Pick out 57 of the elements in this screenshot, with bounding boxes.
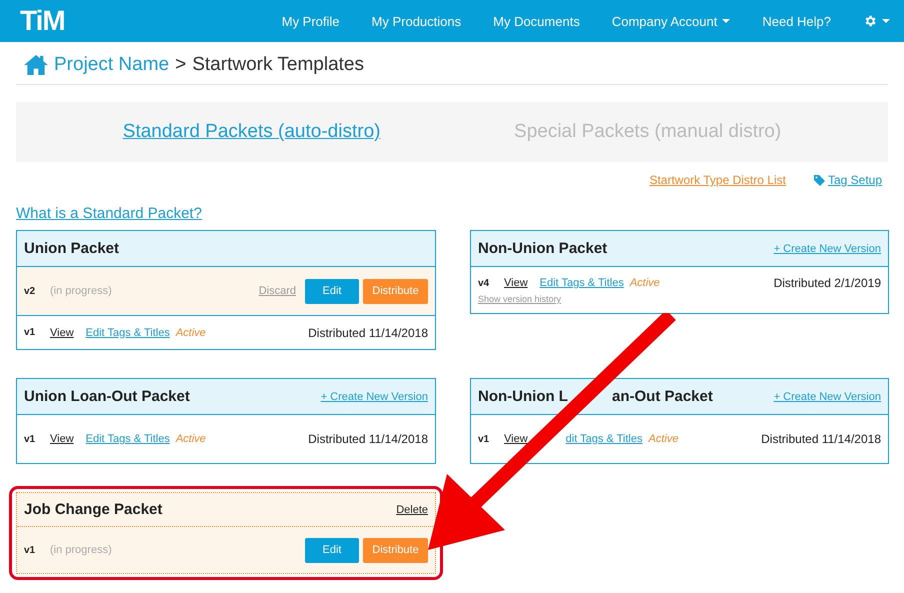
distribute-button[interactable]: Distribute [363,278,428,304]
edit-tags-link[interactable]: dit Tags & Titles [566,433,642,445]
distro-list-link[interactable]: Startwork Type Distro List [649,173,786,187]
card-action-link[interactable]: + Create New Version [320,390,428,402]
active-status: Active [176,326,206,338]
distributed-date: Distributed 11/14/2018 [761,432,881,446]
packet-title: an-Out Packet [612,388,713,405]
active-status: Active [630,277,660,289]
packet-title: Union Loan-Out Packet [24,388,190,405]
active-status: Active [176,433,206,445]
version-label: v1 [478,434,490,444]
edit-tags-link[interactable]: Edit Tags & Titles [540,277,624,289]
tab[interactable]: Standard Packets (auto-distro) [122,121,380,143]
view-link[interactable]: View [50,326,74,338]
version-label: v2 [24,286,36,296]
breadcrumb-link[interactable]: Project Name [54,54,170,76]
nav-link[interactable]: My Documents [477,14,596,28]
nav-link[interactable]: My Productions [356,14,478,28]
nav-link[interactable]: Need Help? [746,14,847,28]
version-status: (in progress) [50,285,112,297]
home-icon[interactable] [24,55,48,75]
tab[interactable]: Special Packets (manual distro) [514,121,782,143]
breadcrumb-separator: > [175,54,186,76]
version-label: v1 [24,327,36,338]
distributed-date: Distributed 11/14/2018 [308,432,428,446]
card-action-link[interactable]: Delete [396,504,428,516]
distributed-date: Distributed 2/1/2019 [774,276,881,290]
distributed-date: Distributed 11/14/2018 [308,326,428,340]
edit-tags-link[interactable]: Edit Tags & Titles [86,326,170,338]
card-action-link[interactable]: + Create New Version [774,242,881,254]
version-status: (in progress) [50,544,112,556]
packet-title: Job Change Packet [24,501,162,518]
view-link[interactable]: View [50,433,74,445]
version-label: v1 [24,434,36,444]
discard-link[interactable]: Discard [258,285,296,297]
edit-tags-link[interactable]: Edit Tags & Titles [86,433,170,445]
tag-icon [814,174,825,186]
packet-title: Non-Union Packet [478,240,608,257]
nav-link[interactable]: My Profile [266,14,356,28]
edit-button[interactable]: Edit [305,278,359,304]
view-link[interactable]: View [504,277,528,289]
version-label: v4 [478,278,490,288]
version-label: v1 [24,544,36,556]
distribute-button[interactable]: Distribute [363,538,428,562]
help-link[interactable]: What is a Standard Packet? [16,205,202,222]
settings-icon [863,14,877,28]
active-status: Active [648,433,678,445]
packet-title: Non-Union L [478,388,568,405]
logo[interactable]: TiM [20,5,65,37]
view-link[interactable]: View [504,433,528,445]
page-title: Startwork Templates [192,54,364,76]
tag-setup-link[interactable]: Tag Setup [828,173,882,187]
packet-title: Union Packet [24,240,120,257]
version-history-link[interactable]: Show version history [478,294,562,304]
card-action-link[interactable]: + Create New Version [774,390,881,402]
nav-link[interactable]: Company Account [596,14,746,28]
edit-button[interactable]: Edit [305,538,359,562]
